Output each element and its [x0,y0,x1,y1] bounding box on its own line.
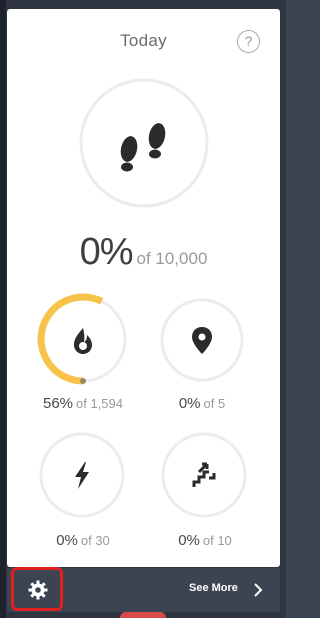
red-tab-peek [120,612,166,618]
distance-ring[interactable] [160,298,244,382]
window-edge [0,0,6,618]
see-more-button[interactable]: See More [189,582,238,594]
location-pin-icon [192,327,212,354]
lightning-bolt-icon [75,462,89,489]
flame-icon [74,328,92,354]
settings-button[interactable] [11,567,63,611]
distance-label: 0% of 5 [134,395,270,412]
steps-goal: of 10,000 [136,249,208,268]
steps-value: 0% of 10,000 [7,231,280,274]
dashboard-card: Today ? 0% of 10,000 56% of 1,594 0% of … [7,9,280,567]
active-minutes-label: 0% of 30 [15,532,151,549]
calories-percent: 56% [42,395,74,412]
floors-goal: of 10 [202,533,232,548]
gear-icon [28,580,48,600]
floors-percent: 0% [178,532,200,549]
stairs-icon [192,462,216,487]
distance-goal: of 5 [203,396,226,411]
calories-label: 56% of 1,594 [15,395,151,412]
floors-ring[interactable] [161,432,247,518]
steps-percent: 0% [79,231,134,273]
footprints-icon [120,123,166,172]
help-button[interactable]: ? [237,30,260,53]
distance-percent: 0% [178,395,201,412]
calories-progress-arc [37,293,104,385]
calories-ring[interactable] [36,292,130,386]
active-minutes-ring[interactable] [39,432,125,518]
chevron-right-icon[interactable] [252,582,264,598]
active-minutes-goal: of 30 [80,533,110,548]
floors-label: 0% of 10 [137,532,273,549]
steps-ring[interactable] [77,76,211,210]
active-minutes-percent: 0% [56,532,78,549]
calories-goal: of 1,594 [76,396,124,411]
